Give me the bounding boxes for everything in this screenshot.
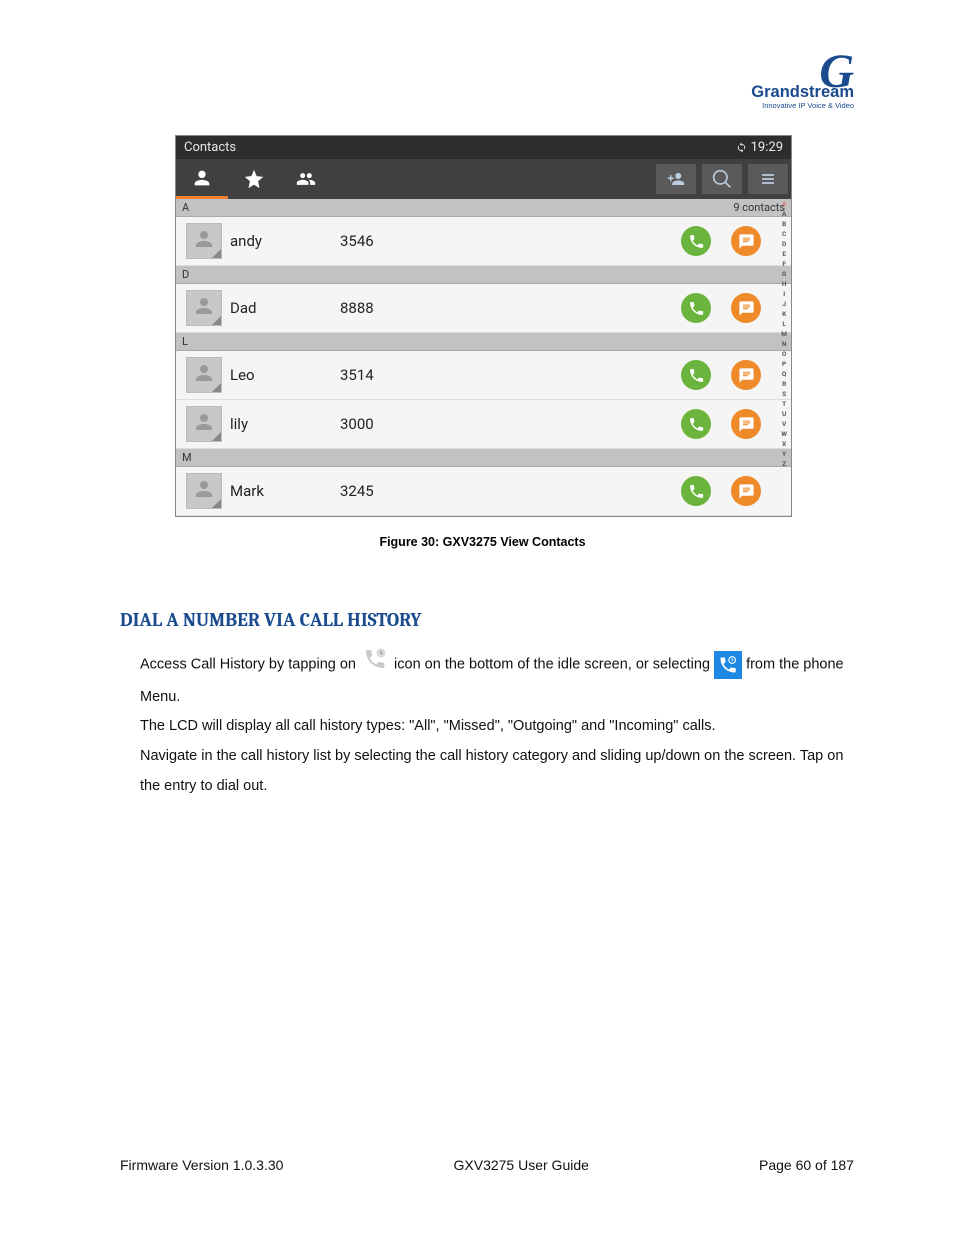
contact-number: 3514 <box>340 366 374 384</box>
status-bar: Contacts 19:29 <box>176 136 791 159</box>
section-header: L <box>176 333 791 351</box>
contact-name: andy <box>230 232 340 250</box>
refresh-icon <box>736 142 747 153</box>
page-footer: Firmware Version 1.0.3.30 GXV3275 User G… <box>120 1157 854 1173</box>
call-button[interactable] <box>681 360 711 390</box>
figure-caption: Figure 30: GXV3275 View Contacts <box>175 535 790 549</box>
contact-row[interactable]: Leo3514 <box>176 351 791 400</box>
contact-number: 8888 <box>340 299 374 317</box>
avatar <box>186 473 222 509</box>
call-history-blue-icon <box>714 651 742 679</box>
section-header: M <box>176 449 791 467</box>
section-header: D <box>176 266 791 284</box>
brand-logo: G Grandstream Innovative IP Voice & Vide… <box>751 55 854 110</box>
avatar <box>186 290 222 326</box>
contact-number: 3245 <box>340 482 374 500</box>
tab-favorites[interactable] <box>228 159 280 199</box>
call-history-grey-icon <box>362 647 388 683</box>
person-icon <box>191 167 213 189</box>
avatar <box>186 357 222 393</box>
contact-name: Dad <box>230 299 340 317</box>
call-button[interactable] <box>681 476 711 506</box>
message-button[interactable] <box>731 360 761 390</box>
brand-tagline: Innovative IP Voice & Video <box>751 101 854 110</box>
body-text: Access Call History by tapping on icon o… <box>140 647 854 802</box>
message-button[interactable] <box>731 226 761 256</box>
contact-name: Mark <box>230 482 340 500</box>
call-button[interactable] <box>681 293 711 323</box>
body-p1b: icon on the bottom of the idle screen, o… <box>394 657 714 673</box>
call-button[interactable] <box>681 409 711 439</box>
message-button[interactable] <box>731 476 761 506</box>
message-button[interactable] <box>731 293 761 323</box>
clock-time: 19:29 <box>751 140 783 155</box>
body-p2: The LCD will display all call history ty… <box>140 718 715 734</box>
contact-row[interactable]: lily3000 <box>176 400 791 449</box>
avatar <box>186 223 222 259</box>
contacts-screenshot: Contacts 19:29 <box>175 135 792 517</box>
section-header: A9 contacts <box>176 199 791 217</box>
contacts-list[interactable]: A9 contactsandy3546DDad8888LLeo3514lily3… <box>176 199 791 516</box>
footer-firmware: Firmware Version 1.0.3.30 <box>120 1157 283 1173</box>
contact-number: 3000 <box>340 415 374 433</box>
avatar <box>186 406 222 442</box>
brand-name: Grandstream <box>751 83 854 102</box>
contact-count: 9 contacts <box>733 201 785 214</box>
body-p1a: Access Call History by tapping on <box>140 657 360 673</box>
footer-title: GXV3275 User Guide <box>454 1157 589 1173</box>
contact-row[interactable]: Dad8888 <box>176 284 791 333</box>
tab-contacts[interactable] <box>176 159 228 199</box>
section-heading: DIAL A NUMBER VIA CALL HISTORY <box>120 609 854 631</box>
footer-page: Page 60 of 187 <box>759 1157 854 1173</box>
star-icon <box>243 168 265 190</box>
group-icon <box>294 169 318 189</box>
tab-groups[interactable] <box>280 159 332 199</box>
contact-row[interactable]: Mark3245 <box>176 467 791 516</box>
call-button[interactable] <box>681 226 711 256</box>
alpha-index[interactable]: #ABCDEFGHIJKLMNOPQRSTUVWXYZ <box>781 199 787 469</box>
contact-number: 3546 <box>340 232 374 250</box>
menu-button[interactable] <box>748 164 788 194</box>
app-title: Contacts <box>184 140 236 155</box>
person-add-icon <box>666 170 686 188</box>
body-p3: Navigate in the call history list by sel… <box>140 748 843 794</box>
tab-bar <box>176 159 791 199</box>
search-icon <box>712 169 732 189</box>
message-button[interactable] <box>731 409 761 439</box>
menu-icon <box>758 171 778 187</box>
contact-row[interactable]: andy3546 <box>176 217 791 266</box>
add-contact-button[interactable] <box>656 164 696 194</box>
contact-name: lily <box>230 415 340 433</box>
contact-name: Leo <box>230 366 340 384</box>
search-button[interactable] <box>702 164 742 194</box>
